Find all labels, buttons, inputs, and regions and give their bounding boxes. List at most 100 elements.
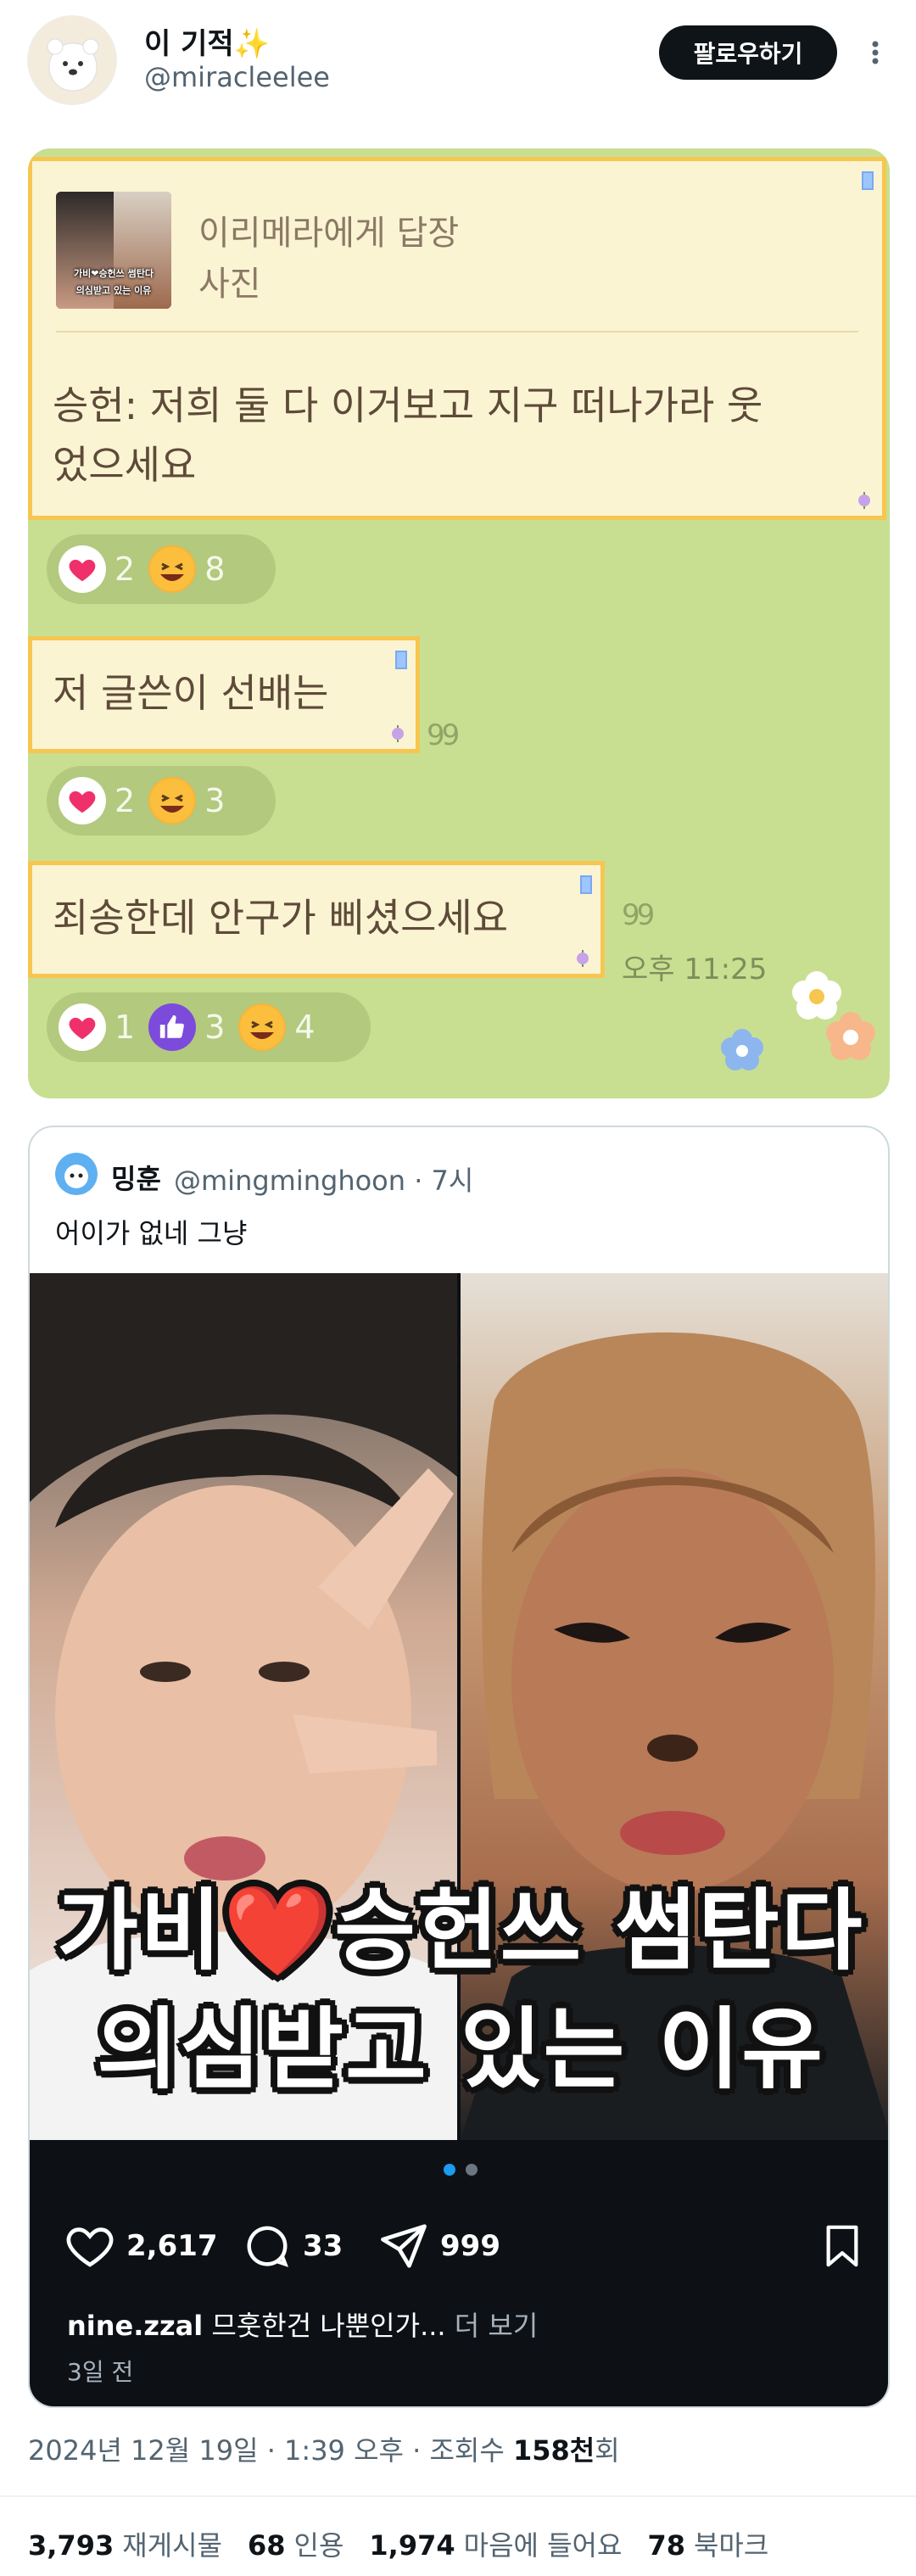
quoted-handle[interactable]: @mingminghoon · 7시 xyxy=(174,1159,473,1199)
user-handle[interactable]: @miracleelee xyxy=(144,61,330,93)
reaction-count: 2 xyxy=(114,782,136,819)
comment-icon xyxy=(247,2226,289,2267)
reaction-count: 3 xyxy=(204,782,226,819)
display-name[interactable]: 이 기적✨ xyxy=(144,20,270,62)
divider xyxy=(56,331,858,332)
heart-icon xyxy=(59,1003,106,1051)
likes-label: 마음에 들어요 xyxy=(463,2529,623,2562)
quotes-count: 68 xyxy=(247,2529,286,2562)
heart-icon xyxy=(59,777,106,824)
view-count: 158천 xyxy=(512,2434,595,2467)
photo-caption: 의심받고 있는 이유 xyxy=(97,1998,824,2101)
bookmarks-stat[interactable]: 78 북마크 xyxy=(647,2524,768,2563)
divider xyxy=(0,2495,916,2497)
thumbs-up-icon xyxy=(148,1003,197,1051)
message-text: 었으세요 xyxy=(53,442,197,488)
instagram-username[interactable]: nine.zzal xyxy=(67,2310,203,2342)
likes-count: 1,974 xyxy=(369,2529,455,2562)
photo[interactable]: 가비❤️승헌쓰 썸탄다 의심받고 있는 이유 xyxy=(30,1273,888,2140)
laugh-emoji-icon xyxy=(148,777,197,824)
more-link[interactable]: 더 보기 xyxy=(455,2310,539,2342)
carousel-indicator[interactable] xyxy=(30,2164,888,2176)
follow-button[interactable]: 팔로우하기 xyxy=(659,25,837,80)
save-button[interactable] xyxy=(818,2216,876,2276)
flower-decoration-icon xyxy=(721,971,875,1070)
bookmarks-label: 북마크 xyxy=(693,2529,769,2562)
message-bubble: 저 글쓴이 선배는 xyxy=(28,636,420,753)
reaction-bar[interactable]: 1 3 4 xyxy=(47,992,371,1062)
reaction-bar[interactable]: 2 3 xyxy=(47,766,276,835)
quotes-label: 인용 xyxy=(293,2529,344,2562)
message-text: 저 글쓴이 선배는 xyxy=(53,670,329,716)
reaction-count: 8 xyxy=(204,550,226,588)
thumb-caption: 가비❤승헌쓰 썸탄다 xyxy=(73,268,154,279)
carousel-dot-active[interactable] xyxy=(444,2164,455,2176)
caption-text: 므훗한건 나뿐인가... xyxy=(211,2310,446,2342)
laugh-emoji-icon xyxy=(238,1003,287,1051)
bookmark-decoration-icon xyxy=(862,171,874,190)
instagram-time: 3일 전 xyxy=(67,2358,134,2386)
bookmark-decoration-icon xyxy=(580,875,592,894)
quoted-post[interactable]: 밍훈 @mingminghoon · 7시 어이가 없네 그냥 가비❤️승헌쓰 … xyxy=(28,1126,890,2408)
tweet-header: 이 기적✨ @miracleelee 팔로우하기 xyxy=(0,0,916,127)
read-count: 99 xyxy=(427,718,460,752)
avatar[interactable] xyxy=(55,1153,98,1195)
comment-count: 33 xyxy=(303,2229,344,2263)
reaction-laugh[interactable]: 3 xyxy=(148,777,225,824)
post-datetime[interactable]: 2024년 12월 19일 · 1:39 오후 · 조회수 xyxy=(28,2434,513,2467)
message-text: 승헌: 저희 둘 다 이거보고 지구 떠나가라 웃 xyxy=(53,383,763,428)
quoted-text: 어이가 없네 그냥 xyxy=(55,1217,248,1249)
reaction-count: 1 xyxy=(114,1009,136,1046)
bookmarks-count: 78 xyxy=(647,2529,685,2562)
thumb-caption: 의심받고 있는 이유 xyxy=(75,285,152,296)
reaction-bar[interactable]: 2 8 xyxy=(47,534,276,604)
flower-decoration-icon xyxy=(858,492,870,509)
reaction-count: 2 xyxy=(114,550,136,588)
likes-stat[interactable]: 1,974 마음에 들어요 xyxy=(369,2524,622,2563)
post-metadata: 2024년 12월 19일 · 1:39 오후 · 조회수 158천회 xyxy=(28,2429,620,2468)
view-suffix: 회 xyxy=(595,2434,620,2467)
more-options-icon[interactable] xyxy=(857,34,894,71)
bookmark-decoration-icon xyxy=(395,651,407,669)
flower-decoration-icon xyxy=(577,950,589,967)
reposts-count: 3,793 xyxy=(28,2529,114,2562)
message-text: 죄송한데 안구가 삐셨으세요 xyxy=(53,895,509,941)
avatar[interactable] xyxy=(27,15,117,105)
message-bubble: 죄송한데 안구가 삐셨으세요 xyxy=(28,861,605,978)
chat-screenshot[interactable]: 가비❤승헌쓰 썸탄다 의심받고 있는 이유 이리메라에게 답장 사진 승헌: 저… xyxy=(28,148,890,1098)
like-count: 2,617 xyxy=(126,2229,218,2263)
reaction-laugh[interactable]: 8 xyxy=(148,545,225,593)
quoted-display-name[interactable]: 밍훈 xyxy=(111,1158,161,1197)
reposts-label: 재게시물 xyxy=(122,2529,222,2562)
quoted-media[interactable]: 가비❤️승헌쓰 썸탄다 의심받고 있는 이유 2,617 33 999 nine… xyxy=(30,1273,888,2406)
comment-button[interactable]: 33 xyxy=(242,2216,343,2276)
heart-icon xyxy=(59,545,106,593)
reaction-heart[interactable]: 1 xyxy=(59,1003,135,1051)
send-icon xyxy=(381,2224,427,2268)
reaction-heart[interactable]: 2 xyxy=(59,545,135,593)
heart-outline-icon xyxy=(66,2227,114,2267)
carousel-dot[interactable] xyxy=(466,2164,478,2176)
share-count: 999 xyxy=(440,2229,500,2263)
share-button[interactable]: 999 xyxy=(377,2216,500,2276)
instagram-actions: 2,617 33 999 xyxy=(30,2216,888,2284)
flower-decoration-icon xyxy=(392,725,404,742)
reply-target-label: 이리메라에게 답장 xyxy=(198,214,460,253)
reaction-heart[interactable]: 2 xyxy=(59,777,135,824)
reply-thumbnail: 가비❤승헌쓰 썸탄다 의심받고 있는 이유 xyxy=(56,192,171,309)
bookmark-icon xyxy=(826,2225,858,2267)
read-count: 99 xyxy=(622,898,655,932)
like-button[interactable]: 2,617 xyxy=(64,2216,218,2276)
reaction-like[interactable]: 3 xyxy=(148,1003,225,1051)
reply-type-label: 사진 xyxy=(198,265,261,304)
reply-bubble: 가비❤승헌쓰 썸탄다 의심받고 있는 이유 이리메라에게 답장 사진 승헌: 저… xyxy=(28,157,886,520)
reaction-count: 3 xyxy=(204,1009,226,1046)
reposts-stat[interactable]: 3,793 재게시물 xyxy=(28,2524,222,2563)
reaction-count: 4 xyxy=(294,1009,316,1046)
photo-caption: 가비❤️승헌쓰 썸탄다 xyxy=(57,1879,864,1982)
laugh-emoji-icon xyxy=(148,545,197,593)
instagram-caption: nine.zzal 므훗한건 나뿐인가... 더 보기 xyxy=(67,2305,538,2344)
engagement-stats: 3,793 재게시물 68 인용 1,974 마음에 들어요 78 북마크 xyxy=(28,2524,768,2563)
reaction-laugh[interactable]: 4 xyxy=(238,1003,316,1051)
quotes-stat[interactable]: 68 인용 xyxy=(248,2524,344,2563)
